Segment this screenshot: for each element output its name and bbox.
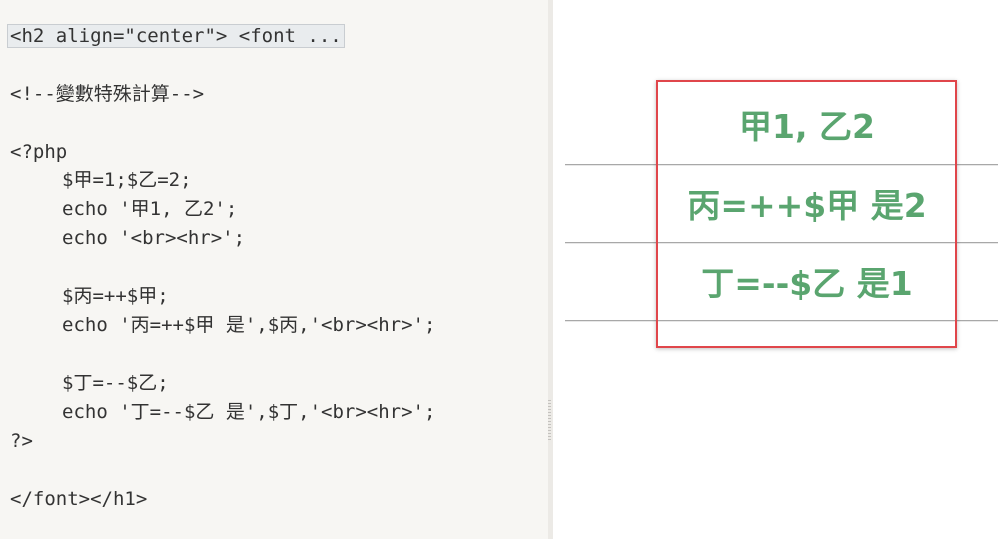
code-line-pre-decrement: $丁=--$乙; bbox=[62, 372, 169, 394]
code-line-h2: <h2 align="center"> <font ... bbox=[7, 22, 345, 50]
code-line-pre-increment: $丙=++$甲; bbox=[62, 285, 169, 307]
code-line-echo-br-hr: echo '<br><hr>'; bbox=[62, 227, 246, 249]
preview-pane: 甲1, 乙2 丙=++$甲 是2 丁=--$乙 是1 bbox=[553, 0, 998, 539]
collapsed-fold-marker[interactable]: <h2 align="center"> <font ... bbox=[7, 24, 345, 48]
code-line-echo-increment: echo '丙=++$甲 是',$丙,'<br><hr>'; bbox=[62, 314, 436, 336]
code-line-php-open: <?php bbox=[10, 141, 68, 163]
code-line-php-close: ?> bbox=[10, 430, 33, 452]
code-line-comment: <!--變數特殊計算--> bbox=[10, 83, 205, 105]
code-line-echo-first: echo '甲1, 乙2'; bbox=[62, 198, 238, 220]
code-line-echo-decrement: echo '丁=--$乙 是',$丁,'<br><hr>'; bbox=[62, 401, 436, 423]
highlight-box bbox=[656, 80, 957, 348]
code-line-assign-vars: $甲=1;$乙=2; bbox=[62, 169, 192, 191]
code-line-close-tags: </font></h1> bbox=[10, 488, 148, 510]
resize-grip-icon[interactable] bbox=[548, 400, 551, 440]
code-editor-pane[interactable]: <h2 align="center"> <font ... <!--變數特殊計算… bbox=[0, 0, 548, 539]
